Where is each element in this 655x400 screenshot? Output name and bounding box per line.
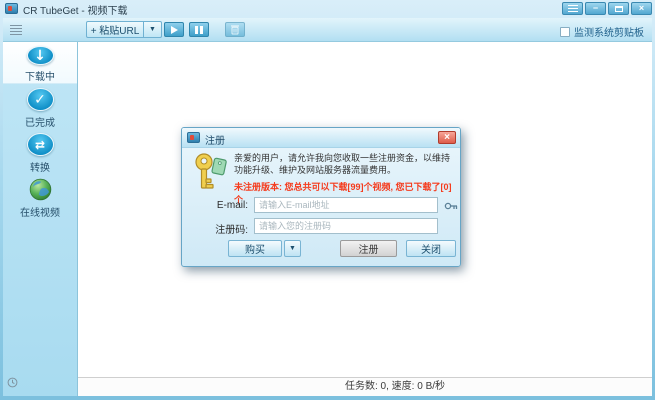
pause-icon xyxy=(195,26,203,34)
paste-url-group: + 粘贴URL ▼ xyxy=(86,21,162,38)
menu-icon xyxy=(568,5,578,12)
window-controls: − × xyxy=(562,2,652,15)
regcode-input[interactable] xyxy=(254,218,438,234)
maximize-icon xyxy=(615,6,623,12)
checkbox-icon xyxy=(560,27,570,37)
pause-download-button[interactable] xyxy=(189,22,209,37)
email-input[interactable] xyxy=(254,197,438,213)
sidebar-item-completed[interactable]: ✓ 已完成 xyxy=(3,84,77,129)
regcode-row: 注册码: xyxy=(182,218,460,235)
download-arrow-glyph: ↓ xyxy=(34,49,46,63)
trash-icon xyxy=(230,24,240,35)
sidebar-item-downloading[interactable]: ↓ 下载中 xyxy=(3,42,77,84)
get-code-button[interactable] xyxy=(442,198,459,213)
app-window: CR TubeGet - 视频下载 − × + 粘贴URL ▼ xyxy=(0,0,655,400)
sidebar: ↓ 下载中 ✓ 已完成 ⇄ 转换 xyxy=(3,42,78,396)
close-button[interactable]: × xyxy=(631,2,652,15)
list-icon xyxy=(10,25,22,35)
regcode-label: 注册码: xyxy=(194,221,248,236)
sidebar-item-label: 下载中 xyxy=(25,68,55,83)
paste-url-button[interactable]: + 粘贴URL xyxy=(86,21,144,38)
email-label: E-mail: xyxy=(194,200,248,211)
dialog-title: 注册 xyxy=(205,132,225,147)
titlebar: CR TubeGet - 视频下载 − × xyxy=(0,0,655,18)
maximize-button[interactable] xyxy=(608,2,629,15)
clipboard-checkbox-label: 监测系统剪贴板 xyxy=(574,24,644,39)
register-dialog: 注册 × 亲爱的用户，请允 xyxy=(181,127,461,267)
clipboard-monitor-checkbox[interactable]: 监测系统剪贴板 xyxy=(560,24,644,39)
buy-button[interactable]: 购买 xyxy=(228,240,282,257)
check-glyph: ✓ xyxy=(34,93,46,107)
app-icon xyxy=(5,3,18,14)
toolbar: + 粘贴URL ▼ 监测系统剪贴板 xyxy=(3,18,652,42)
delete-download-button[interactable] xyxy=(225,22,245,37)
dialog-titlebar: 注册 × xyxy=(182,128,460,148)
sidebar-item-label: 在线视频 xyxy=(20,204,60,219)
buy-dropdown-button[interactable]: ▼ xyxy=(284,240,301,257)
paste-url-dropdown-button[interactable]: ▼ xyxy=(144,21,162,38)
convert-icon: ⇄ xyxy=(27,133,54,156)
sidebar-item-label: 转换 xyxy=(30,159,50,174)
dialog-body: 亲爱的用户，请允许我向您收取一些注册资金，以维持功能升级、维护及网站服务器流量费… xyxy=(182,148,460,267)
sidebar-item-convert[interactable]: ⇄ 转换 xyxy=(3,129,77,174)
key-icon xyxy=(193,151,229,199)
sidebar-item-label: 已完成 xyxy=(25,114,55,129)
check-icon: ✓ xyxy=(27,88,54,111)
scheduler-clock-icon[interactable] xyxy=(7,375,18,393)
minimize-button[interactable]: − xyxy=(585,2,606,15)
dialog-close-icon-button[interactable]: × xyxy=(438,131,456,144)
globe-icon xyxy=(27,178,54,201)
window-menu-button[interactable] xyxy=(562,2,583,15)
statusbar: 任务数: 0, 速度: 0 B/秒 xyxy=(78,377,652,396)
email-row: E-mail: xyxy=(182,197,460,214)
register-button[interactable]: 注册 xyxy=(340,240,397,257)
dialog-app-icon xyxy=(187,132,200,143)
play-icon xyxy=(171,26,178,34)
small-key-icon xyxy=(444,201,458,211)
download-icon: ↓ xyxy=(27,46,54,65)
statusbar-text: 任务数: 0, 速度: 0 B/秒 xyxy=(345,381,445,392)
dialog-close-action-button[interactable]: 关闭 xyxy=(406,240,456,257)
start-download-button[interactable] xyxy=(164,22,184,37)
sidebar-item-online-video[interactable]: 在线视频 xyxy=(3,174,77,219)
dialog-message: 亲爱的用户，请允许我向您收取一些注册资金，以维持功能升级、维护及网站服务器流量费… xyxy=(234,152,450,176)
convert-glyph: ⇄ xyxy=(35,139,45,151)
window-title: CR TubeGet - 视频下载 xyxy=(23,2,127,17)
